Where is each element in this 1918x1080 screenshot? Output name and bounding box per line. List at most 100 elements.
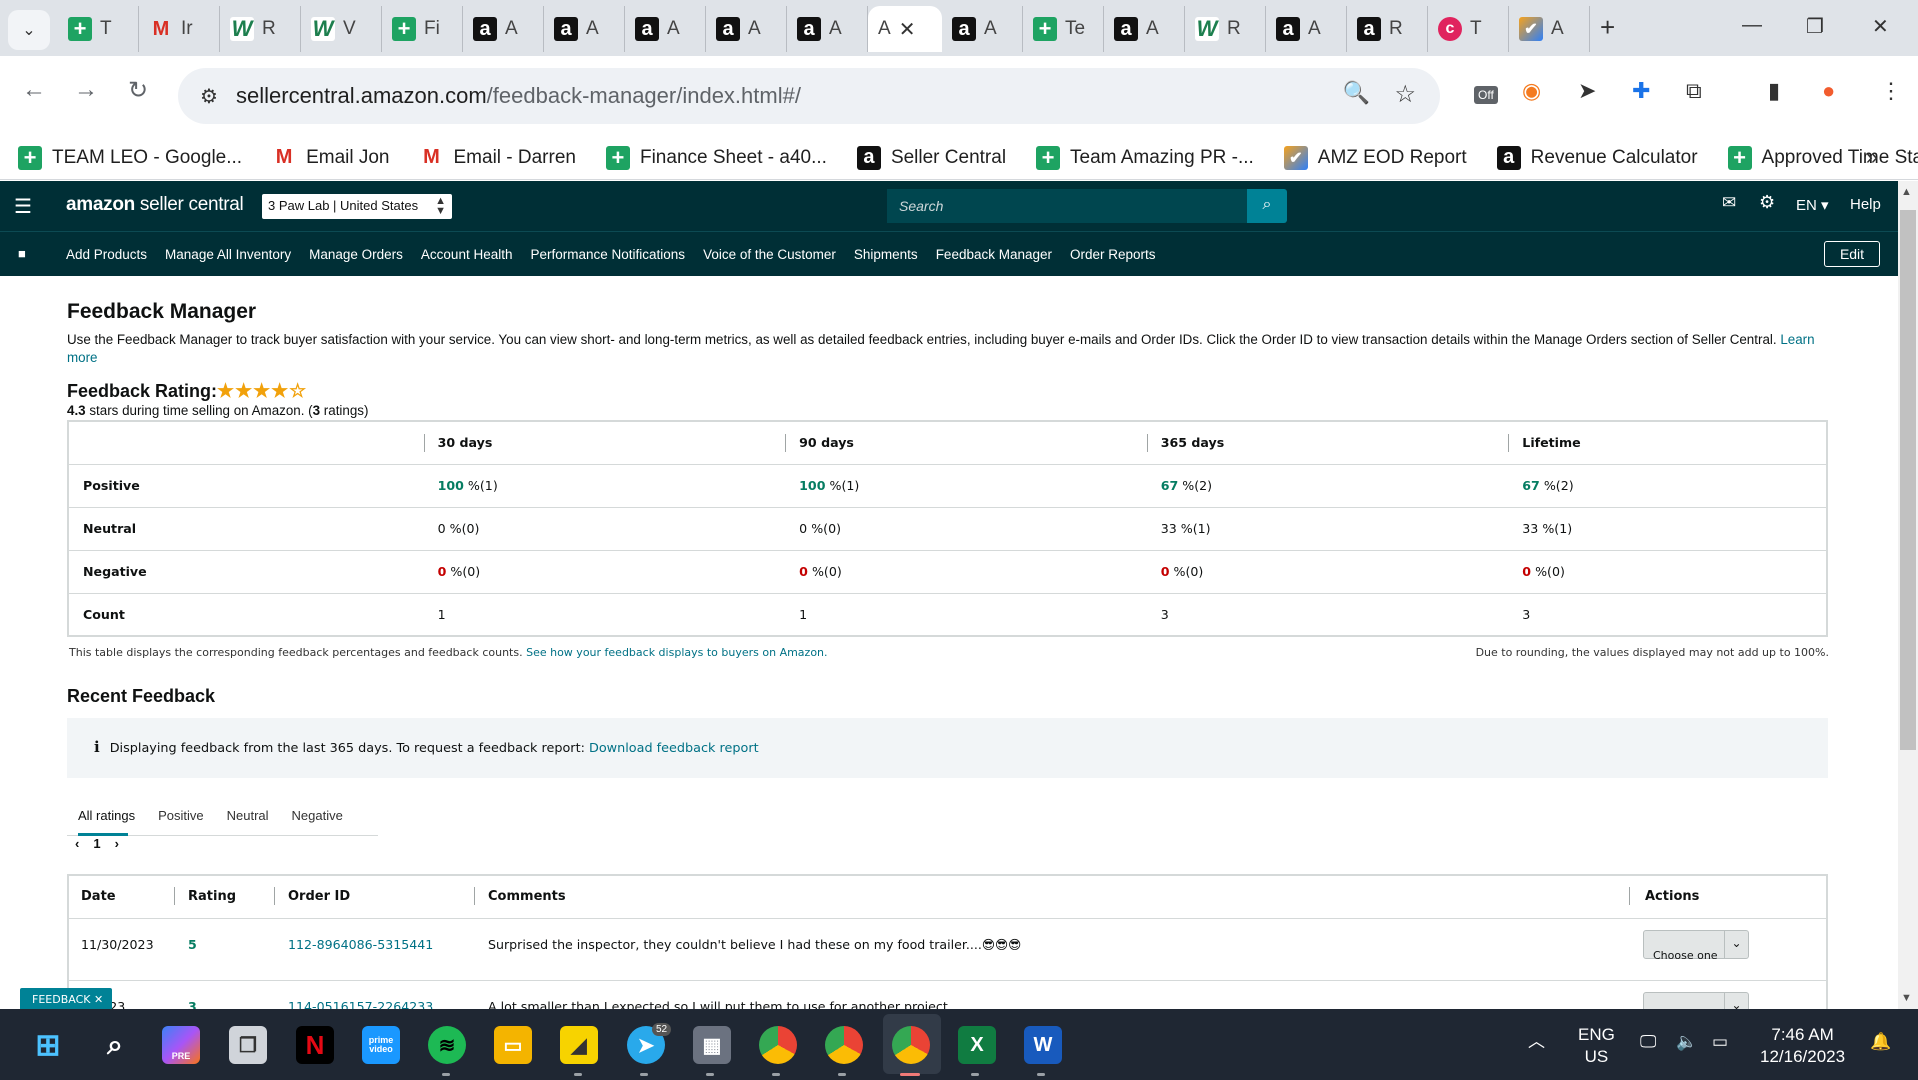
bookmark-item[interactable]: + Team Amazing PR -...	[1036, 145, 1254, 170]
next-page-icon[interactable]: ›	[115, 836, 119, 851]
extension-orange-icon[interactable]: ◉	[1522, 78, 1541, 104]
tab-search-button[interactable]: ⌄	[8, 10, 50, 50]
zoom-icon[interactable]: 🔍	[1343, 80, 1370, 106]
minimize-icon[interactable]: —	[1742, 14, 1762, 37]
rating-tab[interactable]: Positive	[147, 796, 216, 835]
calculator-icon[interactable]: ▦	[693, 1026, 731, 1064]
back-icon[interactable]: ←	[22, 76, 46, 104]
browser-tab[interactable]: + Fi	[382, 6, 463, 52]
browser-tab[interactable]: aA	[625, 6, 706, 52]
nav-link[interactable]: Add Products	[66, 247, 147, 262]
order-id-link[interactable]: 112-8964086-5315441	[288, 937, 433, 952]
nav-link[interactable]: Order Reports	[1070, 247, 1156, 262]
off-extension-badge[interactable]: Off	[1474, 86, 1498, 104]
rating-tab[interactable]: Neutral	[216, 796, 281, 835]
language-indicator[interactable]: ENG US	[1578, 1024, 1615, 1068]
task-view-icon[interactable]: ❐	[229, 1026, 267, 1064]
nav-link[interactable]: Manage Orders	[309, 247, 403, 262]
extension-cursor-icon[interactable]: ➤	[1578, 78, 1596, 104]
close-tab-icon[interactable]: ✕	[899, 17, 916, 42]
extensions-puzzle-icon[interactable]: ⧉	[1686, 78, 1702, 104]
battery-icon[interactable]: ▭	[1712, 1031, 1728, 1053]
hamburger-menu-icon[interactable]: ☰	[14, 194, 32, 219]
spotify-icon[interactable]: ≋	[428, 1026, 466, 1064]
help-link[interactable]: Help	[1850, 196, 1881, 213]
browser-tab[interactable]: M Ir	[139, 6, 220, 52]
download-report-link[interactable]: Download feedback report	[589, 741, 759, 756]
file-explorer-icon[interactable]: ▭	[494, 1026, 532, 1064]
bookmark-item[interactable]: + Approved Time Sta...	[1727, 145, 1918, 170]
windows-start-icon[interactable]: ⊞	[29, 1026, 67, 1064]
bookmark-item[interactable]: + TEAM LEO - Google...	[18, 145, 242, 170]
browser-tab[interactable]: aA	[463, 6, 544, 52]
gear-icon[interactable]: ⚙	[1759, 192, 1775, 213]
more-bookmarks-icon[interactable]: »	[1866, 144, 1878, 170]
language-selector[interactable]: EN ▾	[1796, 196, 1829, 214]
browser-tab[interactable]: WR	[220, 6, 301, 52]
network-icon[interactable]: 🖵	[1640, 1031, 1656, 1053]
page-number[interactable]: 1	[93, 836, 100, 851]
nav-link[interactable]: Voice of the Customer	[703, 247, 836, 262]
word-icon[interactable]: W	[1024, 1026, 1062, 1064]
netflix-icon[interactable]: N	[296, 1026, 334, 1064]
store-selector[interactable]: 3 Paw Lab | United States ▲ ▼	[262, 194, 452, 219]
bookmark-item[interactable]: M Email - Darren	[420, 146, 576, 170]
browser-menu-icon[interactable]: ⋮	[1880, 78, 1902, 104]
bookmark-item[interactable]: ✔ AMZ EOD Report	[1283, 145, 1467, 170]
address-bar[interactable]: ⚙ sellercentral.amazon.com/feedback-mana…	[178, 68, 1440, 124]
copilot-icon[interactable]: PRE	[162, 1026, 200, 1064]
bookmark-item[interactable]: a Revenue Calculator	[1496, 145, 1698, 170]
edit-nav-button[interactable]: Edit	[1824, 241, 1880, 267]
site-info-icon[interactable]: ⚙	[200, 84, 218, 109]
restore-icon[interactable]: ❐	[1806, 14, 1824, 39]
mail-icon[interactable]: ✉	[1722, 193, 1736, 213]
browser-tab[interactable]: ✔ A	[1509, 6, 1590, 52]
browser-tab[interactable]: cT	[1428, 6, 1509, 52]
excel-icon[interactable]: X	[958, 1026, 996, 1064]
nav-link[interactable]: Performance Notifications	[530, 247, 685, 262]
browser-tab[interactable]: WV	[301, 6, 382, 52]
reload-icon[interactable]: ↻	[128, 76, 148, 105]
side-panel-icon[interactable]: ▮	[1768, 78, 1780, 104]
clock[interactable]: 7:46 AM 12/16/2023	[1760, 1024, 1845, 1068]
browser-tab[interactable]: + Te	[1023, 6, 1104, 52]
bookmark-item[interactable]: a Seller Central	[856, 145, 1006, 170]
action-dropdown[interactable]: Choose one ⌄	[1643, 930, 1749, 962]
prev-page-icon[interactable]: ‹	[75, 836, 79, 851]
scroll-up-icon[interactable]: ▲	[1901, 186, 1912, 198]
browser-tab[interactable]: WR	[1185, 6, 1266, 52]
forward-icon[interactable]: →	[74, 76, 98, 104]
nav-link[interactable]: Feedback Manager	[936, 247, 1052, 262]
browser-tab[interactable]: aA	[706, 6, 787, 52]
close-window-icon[interactable]: ✕	[1872, 14, 1889, 39]
browser-tab[interactable]: aA	[544, 6, 625, 52]
chrome-icon[interactable]	[759, 1026, 797, 1064]
bookmark-item[interactable]: + Finance Sheet - a40...	[605, 145, 827, 170]
browser-tab[interactable]: + T	[58, 6, 139, 52]
chrome-profile-2-icon[interactable]	[825, 1026, 863, 1064]
nav-link[interactable]: Shipments	[854, 247, 918, 262]
bookmark-item[interactable]: M Email Jon	[272, 146, 390, 170]
browser-tab[interactable]: aA	[1104, 6, 1185, 52]
browser-tab[interactable]: aA	[942, 6, 1023, 52]
volume-icon[interactable]: 🔈	[1676, 1031, 1697, 1053]
nav-link[interactable]: Account Health	[421, 247, 513, 262]
nav-link[interactable]: Manage All Inventory	[165, 247, 291, 262]
search-icon[interactable]: ⌕	[96, 1026, 134, 1064]
scrollbar-thumb[interactable]	[1900, 210, 1916, 750]
browser-tab[interactable]: aR	[1347, 6, 1428, 52]
rating-tab[interactable]: All ratings	[67, 796, 147, 835]
new-tab-button[interactable]: +	[1600, 12, 1615, 43]
sc-logo[interactable]: amazon seller central	[66, 194, 244, 216]
tray-chevron-icon[interactable]: ︿	[1528, 1031, 1545, 1053]
scroll-down-icon[interactable]: ▼	[1901, 992, 1912, 1004]
browser-tab[interactable]: aA	[787, 6, 868, 52]
extension-blue-icon[interactable]: ✚	[1632, 78, 1650, 104]
chrome-profile-3-icon[interactable]	[892, 1026, 930, 1064]
browser-tab[interactable]: A ✕	[868, 6, 942, 52]
search-button[interactable]: ⌕	[1247, 189, 1287, 223]
bookmark-star-icon[interactable]: ☆	[1394, 80, 1416, 109]
buyer-display-link[interactable]: See how your feedback displays to buyers…	[526, 646, 827, 659]
feedback-tab-button[interactable]: FEEDBACK ✕	[20, 988, 112, 1011]
sticky-notes-icon[interactable]: ◢	[560, 1026, 598, 1064]
